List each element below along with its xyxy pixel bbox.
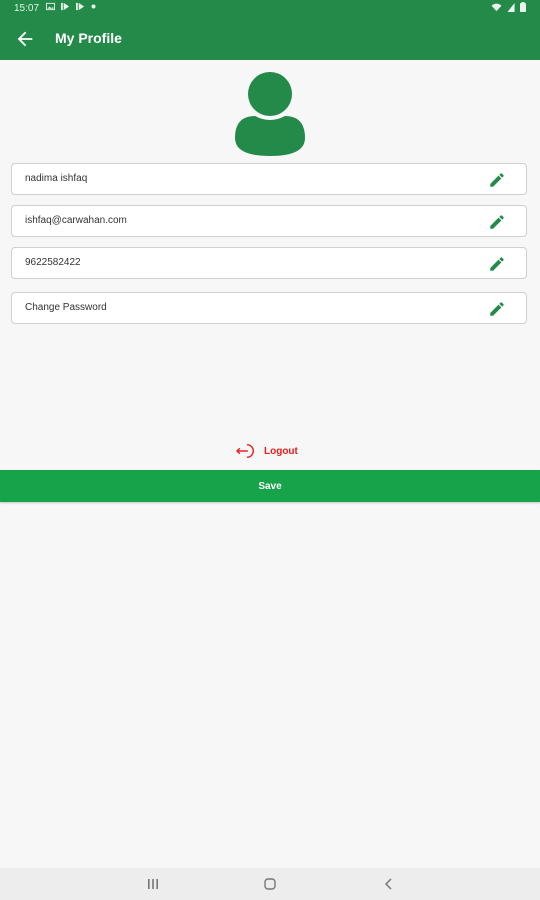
user-avatar-icon[interactable]: [233, 72, 307, 156]
battery-icon: [520, 2, 526, 12]
app-bar: My Profile: [0, 18, 540, 60]
change-password-field[interactable]: Change Password: [11, 292, 527, 324]
system-nav-bar: [0, 868, 540, 900]
logout-label: Logout: [264, 445, 298, 457]
pencil-icon[interactable]: [488, 213, 506, 231]
save-button[interactable]: Save: [0, 470, 540, 502]
save-label: Save: [258, 480, 282, 492]
pencil-icon[interactable]: [488, 171, 506, 189]
status-time: 15:07: [14, 3, 40, 14]
email-value: ishfaq@carwahan.com: [25, 215, 127, 226]
email-field[interactable]: ishfaq@carwahan.com: [11, 205, 527, 237]
dot-icon: [91, 4, 96, 9]
name-value: nadima ishfaq: [25, 173, 88, 184]
home-icon[interactable]: [263, 877, 277, 891]
play-icon: [61, 2, 70, 11]
status-bar: 15:07: [0, 0, 540, 18]
status-left-icons: [46, 2, 96, 11]
wifi-icon: [491, 3, 502, 11]
logout-button[interactable]: Logout: [236, 442, 298, 460]
status-right-icons: [491, 2, 526, 12]
pencil-icon[interactable]: [488, 300, 506, 318]
phone-field[interactable]: 9622582422: [11, 247, 527, 279]
name-field[interactable]: nadima ishfaq: [11, 163, 527, 195]
image-icon: [46, 2, 55, 11]
play-icon: [76, 2, 85, 11]
signal-icon: [507, 2, 515, 12]
recents-icon[interactable]: [146, 877, 160, 891]
pencil-icon[interactable]: [488, 255, 506, 273]
page-title: My Profile: [55, 30, 122, 46]
arrow-left-icon[interactable]: [14, 28, 36, 50]
back-icon[interactable]: [382, 877, 396, 891]
phone-value: 9622582422: [25, 257, 81, 268]
logout-icon: [236, 443, 255, 459]
change-password-value: Change Password: [25, 302, 107, 313]
